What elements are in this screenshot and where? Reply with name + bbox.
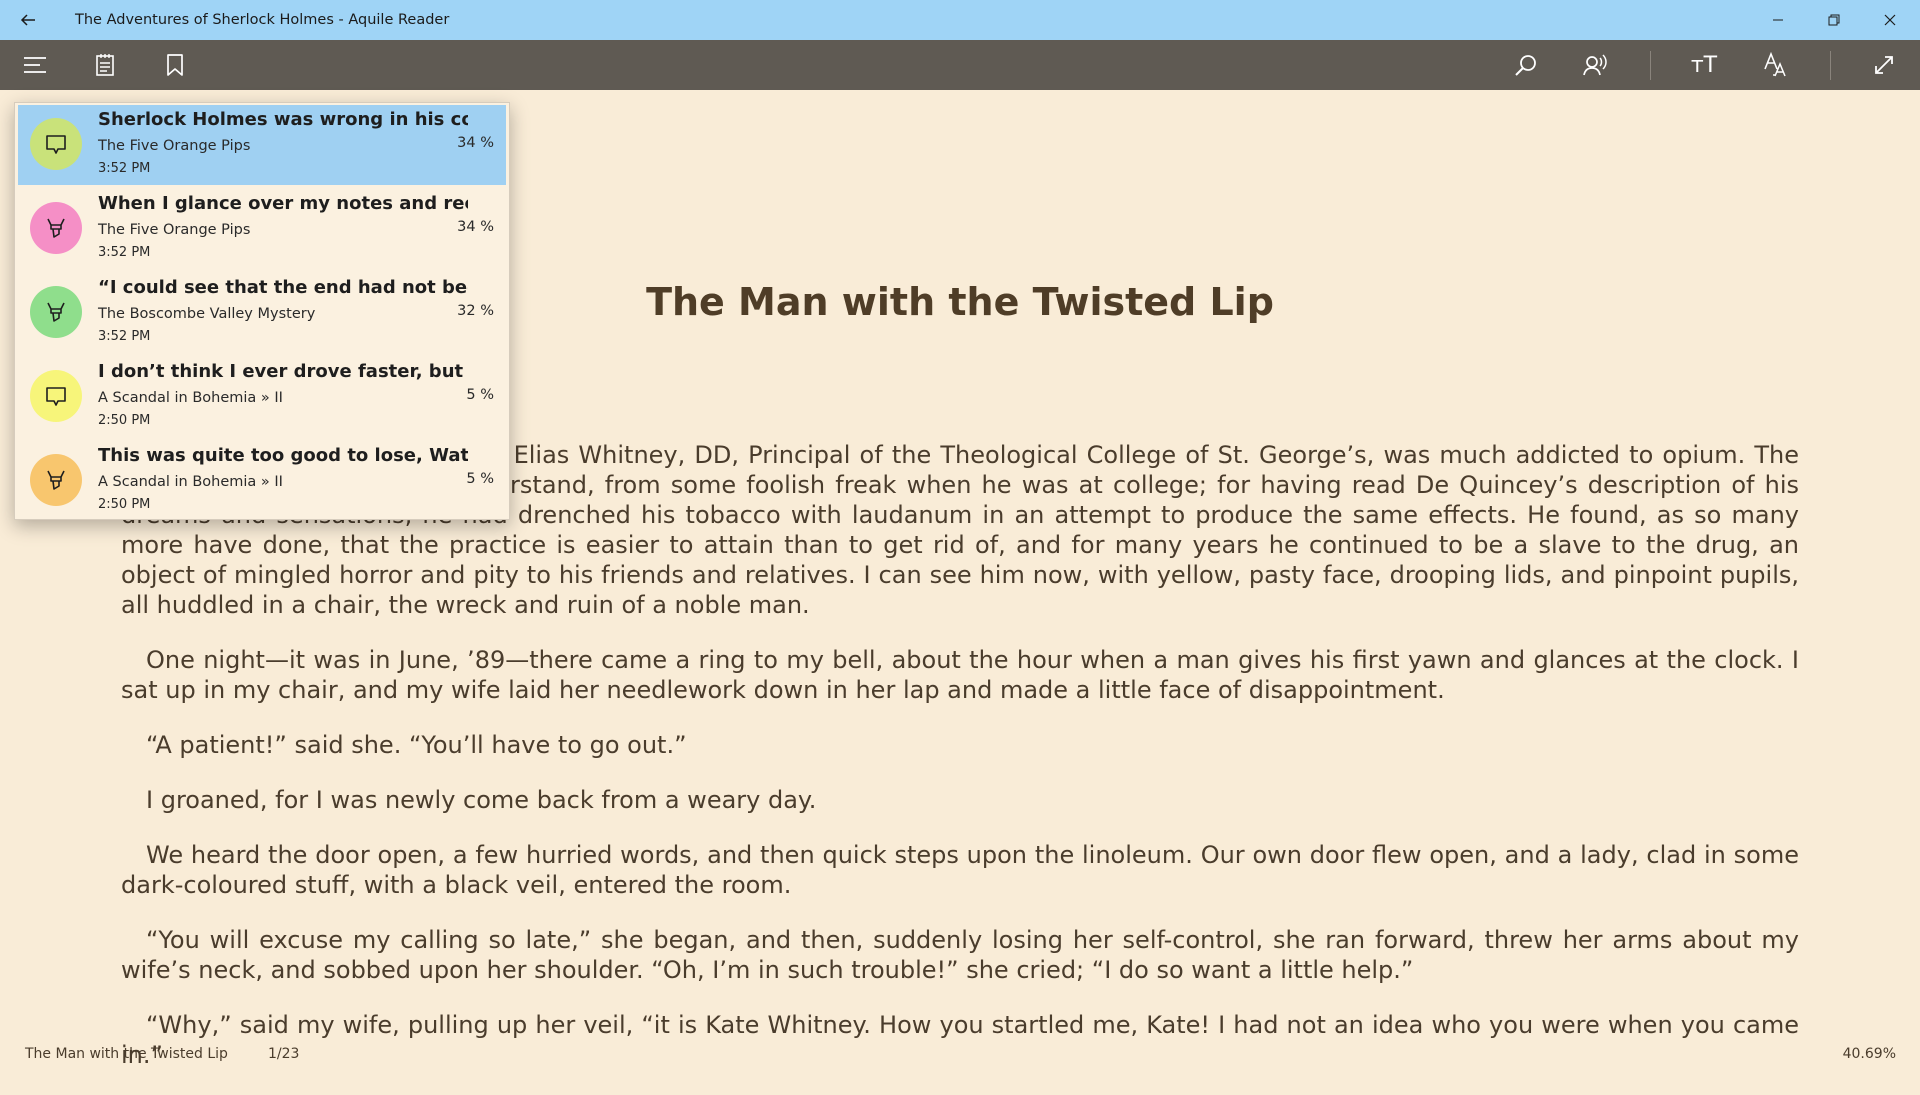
menu-icon: [24, 57, 46, 73]
bookmark-icon: [167, 54, 183, 76]
minimize-icon: [1773, 19, 1783, 21]
notes-icon: [96, 54, 114, 76]
annotation-chapter: A Scandal in Bohemia » II: [98, 474, 283, 490]
page-indicator: 1/23: [268, 1046, 300, 1062]
annotation-time: 3:52 PM: [98, 245, 151, 260]
close-button[interactable]: [1862, 0, 1918, 40]
annotation-chapter: The Five Orange Pips: [98, 222, 251, 238]
toolbar-divider: [1830, 51, 1831, 80]
annotation-item[interactable]: Sherlock Holmes was wrong in his conj...…: [18, 105, 506, 185]
font-size-icon: тТ: [1690, 52, 1718, 78]
close-icon: [1884, 14, 1896, 26]
search-icon: [1515, 55, 1536, 76]
annotation-item[interactable]: I don’t think I ever drove faster, but t…: [18, 357, 506, 437]
minimize-button[interactable]: [1750, 0, 1806, 40]
note-icon: [30, 118, 82, 170]
notes-button[interactable]: [81, 40, 129, 90]
annotation-quote: Sherlock Holmes was wrong in his conj...: [98, 109, 468, 130]
annotation-chapter: The Five Orange Pips: [98, 138, 251, 154]
restore-button[interactable]: [1806, 0, 1862, 40]
paragraph: “Why,” said my wife, pulling up her veil…: [121, 1011, 1799, 1069]
reading-pane: Isa Whitney, brother of the late Elias W…: [121, 440, 1799, 1095]
fullscreen-icon: [1875, 56, 1893, 74]
note-icon: [30, 370, 82, 422]
annotation-quote: When I glance over my notes and recor...: [98, 193, 468, 214]
annotation-percent: 5 %: [466, 471, 494, 487]
search-button[interactable]: [1502, 40, 1550, 90]
annotation-time: 2:50 PM: [98, 497, 151, 512]
text-appearance-button[interactable]: [1751, 40, 1799, 90]
annotation-quote: I don’t think I ever drove faster, but t…: [98, 361, 468, 382]
title-bar: The Adventures of Sherlock Holmes - Aqui…: [0, 0, 1920, 40]
restore-icon: [1828, 14, 1840, 26]
menu-button[interactable]: [11, 40, 59, 90]
annotation-percent: 34 %: [457, 135, 494, 151]
back-arrow-icon: [20, 14, 35, 26]
highlighter-icon: [30, 454, 82, 506]
annotation-percent: 5 %: [466, 387, 494, 403]
text-appearance-icon: [1764, 52, 1786, 77]
back-button[interactable]: [0, 0, 56, 40]
annotation-quote: This was quite too good to lose, Watson.: [98, 445, 468, 466]
highlighter-icon: [30, 286, 82, 338]
font-size-button[interactable]: тТ: [1680, 40, 1728, 90]
fullscreen-button[interactable]: [1860, 40, 1908, 90]
footer-chapter: The Man with the Twisted Lip: [25, 1046, 228, 1062]
annotation-time: 2:50 PM: [98, 413, 151, 428]
annotation-item[interactable]: When I glance over my notes and recor...…: [18, 189, 506, 269]
annotation-percent: 32 %: [457, 303, 494, 319]
read-aloud-button[interactable]: [1571, 40, 1619, 90]
paragraph: One night—it was in June, ’89—there came…: [121, 646, 1799, 704]
annotations-popup: Sherlock Holmes was wrong in his conj...…: [14, 102, 510, 520]
annotation-item[interactable]: This was quite too good to lose, Watson.…: [18, 441, 506, 521]
paragraph: “A patient!” said she. “You’ll have to g…: [146, 731, 687, 759]
annotation-time: 3:52 PM: [98, 329, 151, 344]
reader-toolbar: тТ: [0, 40, 1920, 90]
annotation-quote: “I could see that the end had not been i…: [98, 277, 468, 298]
annotation-percent: 34 %: [457, 219, 494, 235]
paragraph: “You will excuse my calling so late,” sh…: [121, 926, 1799, 984]
bookmark-button[interactable]: [151, 40, 199, 90]
paragraph: I groaned, for I was newly come back fro…: [146, 786, 817, 814]
paragraph: We heard the door open, a few hurried wo…: [121, 841, 1799, 899]
window-title: The Adventures of Sherlock Holmes - Aqui…: [75, 12, 450, 28]
annotation-item[interactable]: “I could see that the end had not been i…: [18, 273, 506, 353]
annotation-chapter: The Boscombe Valley Mystery: [98, 306, 316, 322]
read-aloud-icon: [1583, 54, 1607, 76]
annotation-chapter: A Scandal in Bohemia » II: [98, 390, 283, 406]
reading-progress: 40.69%: [1842, 1046, 1896, 1062]
annotation-time: 3:52 PM: [98, 161, 151, 176]
toolbar-divider: [1650, 51, 1651, 80]
highlighter-icon: [30, 202, 82, 254]
